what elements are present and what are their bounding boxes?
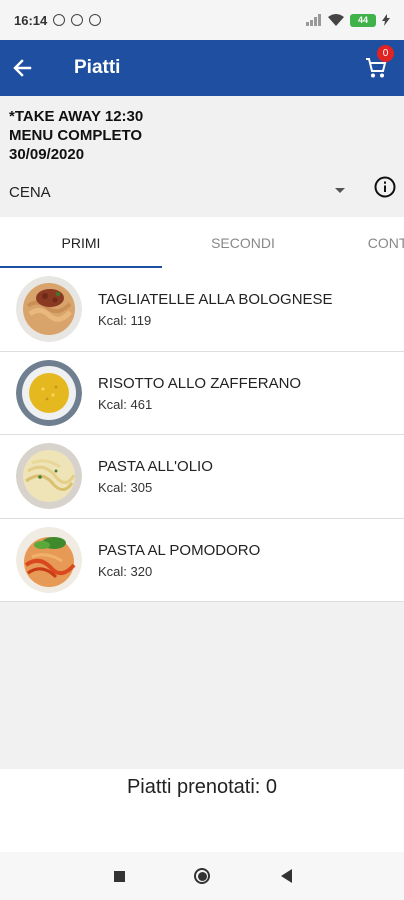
cart-count-badge: 0 [377,45,394,62]
dish-row[interactable]: PASTA AL POMODORO Kcal: 320 [0,518,404,602]
app-bar: Piatti 0 [0,40,404,96]
dish-info: TAGLIATELLE ALLA BOLOGNESE Kcal: 119 [98,268,394,351]
alarm-icon [53,14,66,26]
category-tabs: PRIMI SECONDI CONTORNI [0,217,404,268]
system-nav-bar [0,852,404,900]
order-type: *TAKE AWAY 12:30 [9,108,144,125]
tab-label: SECONDI [211,234,275,251]
dish-name: PASTA ALL'OLIO [98,458,213,476]
order-date: 30/09/2020 [9,146,85,163]
tab-label: CONTORNI [367,234,404,251]
risotto-image [16,359,82,426]
dish-row[interactable]: RISOTTO ALLO ZAFFERANO Kcal: 461 [0,351,404,435]
recents-button[interactable] [109,866,129,886]
pasta-pomodoro-image [16,526,82,593]
tab-contorni[interactable]: CONTORNI [324,217,404,268]
booked-count: Piatti prenotati: 0 [126,776,278,798]
dish-name: RISOTTO ALLO ZAFFERANO [98,374,302,392]
arrow-left-icon [13,59,32,77]
page-title: Piatti [74,57,121,78]
battery-indicator: 44 [350,13,376,27]
status-time: 16:14 [14,12,48,28]
back-button[interactable] [0,40,44,96]
sync-icon [89,14,102,26]
dish-kcal: Kcal: 305 [98,480,153,496]
dish-kcal: Kcal: 119 [98,313,152,329]
home-icon [194,868,210,884]
back-icon [280,869,292,883]
meal-select[interactable]: CENA [0,172,404,212]
tab-secondi[interactable]: SECONDI [162,217,324,268]
dish-kcal: Kcal: 461 [98,396,153,412]
nav-back-button[interactable] [276,866,296,886]
dnd-icon [71,14,84,26]
recents-icon [113,870,125,882]
dish-row[interactable]: PASTA ALL'OLIO Kcal: 305 [0,435,404,519]
order-header: *TAKE AWAY 12:30 MENU COMPLETO 30/09/202… [9,107,143,164]
chevron-down-icon [335,188,345,193]
cart-button[interactable]: 0 [358,40,394,96]
dish-name: TAGLIATELLE ALLA BOLOGNESE [98,291,333,309]
dish-info: PASTA AL POMODORO Kcal: 320 [98,519,394,602]
pasta-olio-image [16,443,82,509]
tab-primi[interactable]: PRIMI [0,217,162,268]
meal-select-value: CENA [9,183,51,201]
dish-kcal: Kcal: 320 [98,563,153,579]
status-bar: 16:14 44 [0,0,404,40]
menu-type: MENU COMPLETO [9,127,143,144]
home-button[interactable] [192,866,212,886]
dish-info: PASTA ALL'OLIO Kcal: 305 [98,435,394,518]
dish-info: RISOTTO ALLO ZAFFERANO Kcal: 461 [98,352,394,435]
info-icon[interactable] [374,176,396,198]
charging-icon [382,14,390,26]
dish-list: TAGLIATELLE ALLA BOLOGNESE Kcal: 119 RIS… [0,268,404,602]
tagliatelle-image [16,276,82,342]
signal-icon [306,14,321,26]
dish-row[interactable]: TAGLIATELLE ALLA BOLOGNESE Kcal: 119 [0,268,404,352]
tab-label: PRIMI [61,234,101,251]
dish-name: PASTA AL POMODORO [98,541,261,559]
wifi-icon [328,14,344,26]
